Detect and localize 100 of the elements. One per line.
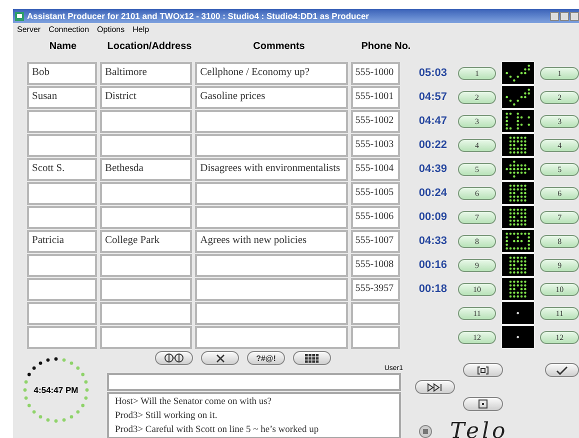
table-cell[interactable]	[195, 134, 348, 156]
line-button[interactable]: 1	[458, 66, 496, 80]
glasses-icon	[163, 353, 185, 363]
line-button[interactable]: 8	[458, 234, 496, 248]
table-cell[interactable]	[100, 326, 192, 348]
table-cell[interactable]	[351, 326, 400, 348]
screen-button[interactable]	[463, 397, 503, 411]
table-cell[interactable]	[27, 326, 97, 348]
line-button[interactable]: 1	[540, 66, 579, 80]
tool-button[interactable]	[201, 351, 239, 365]
line-button[interactable]: 6	[540, 186, 579, 200]
table-cell[interactable]	[27, 278, 97, 300]
table-cell[interactable]: 555-1001	[351, 86, 400, 108]
line-button[interactable]: 8	[540, 234, 579, 248]
table-cell[interactable]: Scott S.	[27, 158, 97, 180]
skip-button[interactable]	[415, 380, 455, 394]
line-button[interactable]: 2	[540, 90, 579, 104]
tool-button[interactable]	[155, 351, 193, 365]
table-cell[interactable]: Baltimore	[100, 62, 192, 84]
table-cell[interactable]: 555-1003	[351, 134, 400, 156]
table-cell[interactable]: College Park	[100, 230, 192, 252]
line-button[interactable]: 7	[458, 210, 496, 224]
table-cell[interactable]	[195, 182, 348, 204]
hold-button[interactable]	[463, 363, 503, 377]
skip-icon	[427, 382, 443, 392]
line-button[interactable]: 5	[540, 162, 579, 176]
line-button[interactable]: 4	[540, 138, 579, 152]
line-button[interactable]: 9	[540, 258, 579, 272]
table-cell[interactable]: 555-1002	[351, 110, 400, 132]
line-button[interactable]: 10	[540, 282, 579, 296]
line-button[interactable]: 3	[458, 114, 496, 128]
table-cell[interactable]	[100, 182, 192, 204]
table-cell[interactable]	[195, 326, 348, 348]
table-cell[interactable]: Patricia	[27, 230, 97, 252]
table-cell[interactable]	[195, 206, 348, 228]
call-timer: 04:39	[418, 163, 448, 175]
line-button[interactable]: 11	[540, 306, 579, 320]
table-cell[interactable]	[27, 254, 97, 276]
table-cell[interactable]	[100, 110, 192, 132]
line-button[interactable]: 2	[458, 90, 496, 104]
maximize-button[interactable]	[560, 12, 569, 20]
table-cell[interactable]	[195, 302, 348, 324]
table-cell[interactable]	[195, 254, 348, 276]
table-cell[interactable]	[100, 134, 192, 156]
call-timer: 04:57	[418, 91, 448, 103]
table-cell[interactable]	[195, 110, 348, 132]
table-cell[interactable]	[27, 302, 97, 324]
table-cell[interactable]: 555-1005	[351, 182, 400, 204]
line-button[interactable]: 9	[458, 258, 496, 272]
table-cell[interactable]: 555-1006	[351, 206, 400, 228]
table-cell[interactable]: Gasoline prices	[195, 86, 348, 108]
menu-item[interactable]: Connection	[48, 25, 90, 35]
check-icon	[556, 366, 568, 374]
clock-time: 4:54:47 PM	[32, 385, 80, 395]
minimize-button[interactable]	[550, 12, 559, 20]
line-button[interactable]: 4	[458, 138, 496, 152]
line-button[interactable]: 7	[540, 210, 579, 224]
line-button[interactable]: 10	[458, 282, 496, 296]
menu-item[interactable]: Options	[97, 25, 125, 35]
table-cell[interactable]: Cellphone / Economy up?	[195, 62, 348, 84]
line-button[interactable]: 11	[458, 306, 496, 320]
line-button[interactable]: 5	[458, 162, 496, 176]
line-button[interactable]: 6	[458, 186, 496, 200]
line-button[interactable]: 12	[540, 330, 579, 344]
table-cell[interactable]: 555-1007	[351, 230, 400, 252]
table-cell[interactable]	[27, 206, 97, 228]
menu-item[interactable]: Server	[17, 25, 41, 35]
table-cell[interactable]: Bob	[27, 62, 97, 84]
window-title: Assistant Producer for 2101 and TWOx12 - 3100 : Studio4 : Studio4:DD1 as Producer	[27, 11, 369, 21]
menu-item[interactable]: Help	[132, 25, 150, 35]
table-cell[interactable]: Disagrees with environmentalists	[195, 158, 348, 180]
bracket-square-icon	[477, 366, 489, 374]
close-button[interactable]	[570, 12, 579, 20]
line-button[interactable]: 12	[458, 330, 496, 344]
message-field[interactable]	[107, 373, 401, 391]
table-cell[interactable]: 555-1004	[351, 158, 400, 180]
confirm-button[interactable]	[545, 363, 579, 377]
table-cell[interactable]	[100, 254, 192, 276]
table-cell[interactable]	[27, 134, 97, 156]
table-cell[interactable]	[100, 206, 192, 228]
table-cell[interactable]: Bethesda	[100, 158, 192, 180]
call-timer: 00:16	[418, 259, 448, 271]
table-cell[interactable]: 555-1008	[351, 254, 400, 276]
table-cell[interactable]: District	[100, 86, 192, 108]
table-cell[interactable]	[100, 278, 192, 300]
table-cell[interactable]: Agrees with new policies	[195, 230, 348, 252]
table-cell[interactable]: 555-3957	[351, 278, 400, 300]
keypad-icon	[305, 354, 319, 362]
tool-button[interactable]	[293, 351, 331, 365]
table-cell[interactable]	[100, 302, 192, 324]
table-cell[interactable]	[351, 302, 400, 324]
app-icon	[15, 12, 24, 20]
call-timer: 00:18	[418, 283, 448, 295]
expletive-button[interactable]: ?#@!	[247, 351, 285, 365]
table-cell[interactable]	[27, 182, 97, 204]
line-button[interactable]: 3	[540, 114, 579, 128]
table-cell[interactable]	[195, 278, 348, 300]
table-cell[interactable]: 555-1000	[351, 62, 400, 84]
table-cell[interactable]: Susan	[27, 86, 97, 108]
table-cell[interactable]	[27, 110, 97, 132]
